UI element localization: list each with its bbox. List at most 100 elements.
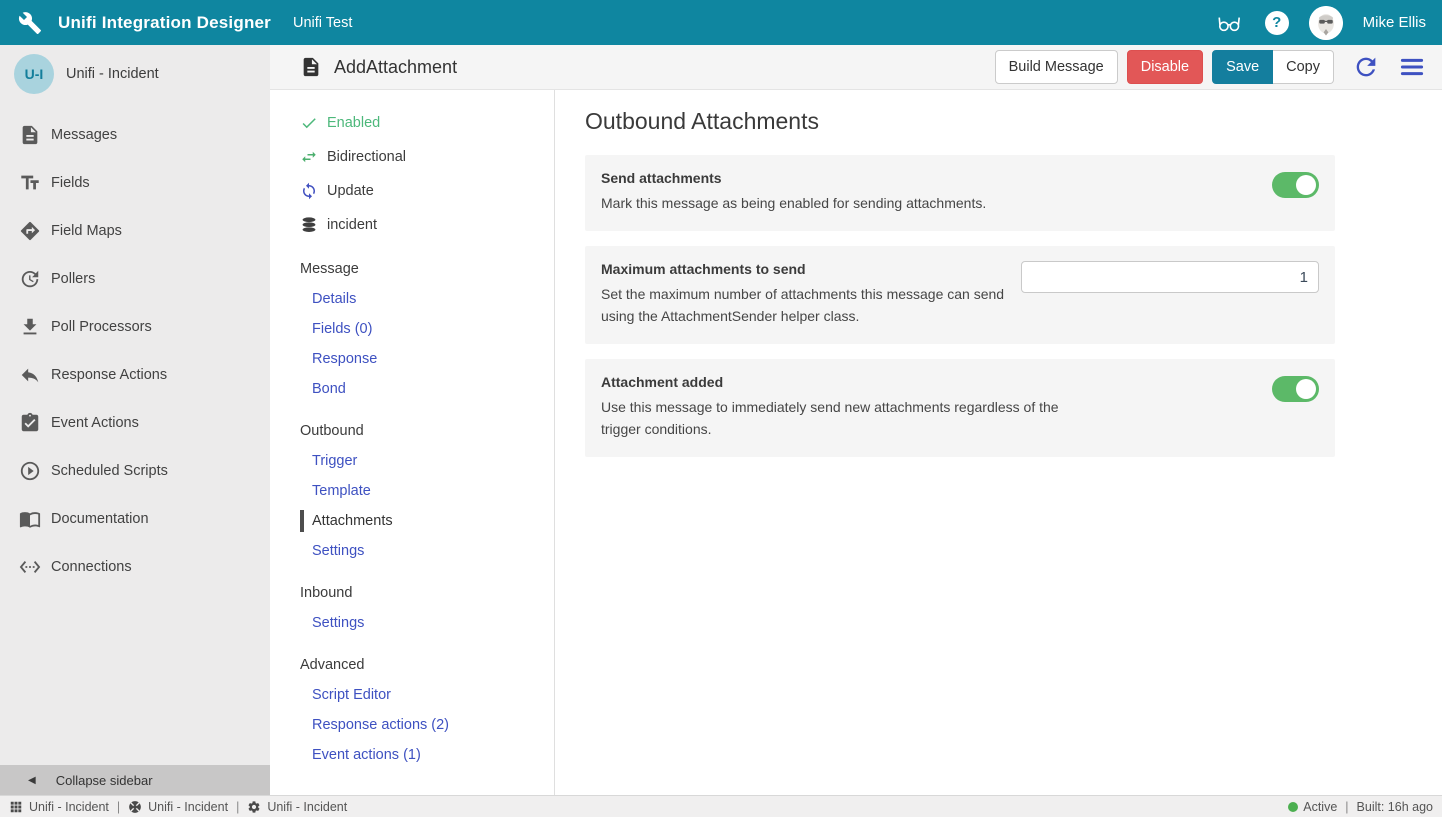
workspace-avatar: U-I — [14, 54, 54, 94]
message-nav-panel: Enabled Bidirectional Update incident — [270, 90, 555, 795]
message-title: AddAttachment — [334, 57, 457, 78]
statusbar-separator: | — [117, 800, 120, 814]
workspace-name: Unifi - Incident — [66, 66, 159, 82]
statusbar-item-integration[interactable]: Unifi - Incident — [128, 800, 228, 814]
disable-button[interactable]: Disable — [1127, 50, 1203, 84]
messages-icon — [19, 124, 41, 146]
send-attachments-toggle[interactable] — [1272, 172, 1319, 198]
nav-section-outbound: Outbound — [270, 416, 554, 446]
build-message-button[interactable]: Build Message — [995, 50, 1118, 84]
sidebar-item-response-actions[interactable]: Response Actions — [0, 351, 270, 399]
connections-icon — [19, 556, 41, 578]
document-icon — [300, 56, 322, 78]
sidebar-item-messages[interactable]: Messages — [0, 111, 270, 159]
check-icon — [300, 114, 318, 132]
sidebar-item-scheduled-scripts[interactable]: Scheduled Scripts — [0, 447, 270, 495]
nav-status-bidirectional[interactable]: Bidirectional — [270, 140, 554, 174]
nav-link-outbound-settings[interactable]: Settings — [270, 536, 554, 566]
copy-button[interactable]: Copy — [1273, 50, 1334, 84]
sidebar-item-event-actions[interactable]: Event Actions — [0, 399, 270, 447]
toggle-knob — [1296, 379, 1316, 399]
setting-card-max-attachments: Maximum attachments to send Set the maxi… — [585, 246, 1335, 344]
nav-status-label: Bidirectional — [327, 149, 406, 165]
gear-icon — [247, 800, 261, 814]
documentation-icon — [19, 508, 41, 530]
sidebar-item-poll-processors[interactable]: Poll Processors — [0, 303, 270, 351]
message-header: AddAttachment Build Message Disable Save… — [270, 45, 1442, 90]
nav-status-table[interactable]: incident — [270, 208, 554, 242]
nav-link-event-actions[interactable]: Event actions (1) — [270, 740, 554, 770]
sidebar-item-label: Documentation — [51, 511, 149, 527]
help-glyph: ? — [1272, 14, 1281, 31]
nav-link-bond[interactable]: Bond — [270, 374, 554, 404]
statusbar-separator: | — [1345, 800, 1348, 814]
collapse-arrow-icon: ◀ — [28, 775, 36, 786]
active-status-dot — [1288, 802, 1298, 812]
sidebar-item-pollers[interactable]: Pollers — [0, 255, 270, 303]
attachment-added-toggle[interactable] — [1272, 376, 1319, 402]
app-window: Unifi Integration Designer Unifi Test ? — [0, 0, 1442, 817]
nav-section-inbound: Inbound — [270, 578, 554, 608]
workspace-header[interactable]: U-I Unifi - Incident — [0, 45, 270, 103]
sidebar-item-label: Pollers — [51, 271, 95, 287]
event-actions-icon — [19, 412, 41, 434]
nav-section-advanced: Advanced — [270, 650, 554, 680]
statusbar-item-label: Unifi - Incident — [267, 800, 347, 814]
page-title: Outbound Attachments — [585, 108, 1442, 135]
help-icon[interactable]: ? — [1265, 11, 1289, 35]
sidebar-item-fields[interactable]: Fields — [0, 159, 270, 207]
user-avatar[interactable] — [1309, 6, 1343, 40]
sidebar-item-documentation[interactable]: Documentation — [0, 495, 270, 543]
statusbar-item-label: Unifi - Incident — [29, 800, 109, 814]
max-attachments-input[interactable] — [1021, 261, 1319, 293]
nav-link-trigger[interactable]: Trigger — [270, 446, 554, 476]
nav-link-fields[interactable]: Fields (0) — [270, 314, 554, 344]
sidebar-item-field-maps[interactable]: Field Maps — [0, 207, 270, 255]
statusbar-item-settings[interactable]: Unifi - Incident — [247, 800, 347, 814]
sidebar-item-label: Response Actions — [51, 367, 167, 383]
nav-status-enabled[interactable]: Enabled — [270, 106, 554, 140]
save-button[interactable]: Save — [1212, 50, 1273, 84]
environment-name: Unifi Test — [293, 15, 352, 31]
sidebar-item-label: Field Maps — [51, 223, 122, 239]
nav-link-attachments[interactable]: Attachments — [270, 506, 554, 536]
sync-icon — [300, 182, 318, 200]
wrench-icon — [18, 11, 42, 35]
nav-link-response[interactable]: Response — [270, 344, 554, 374]
glasses-icon[interactable] — [1213, 10, 1245, 36]
sidebar-item-label: Event Actions — [51, 415, 139, 431]
nav-link-template[interactable]: Template — [270, 476, 554, 506]
collapse-sidebar-button[interactable]: ◀ Collapse sidebar — [0, 765, 270, 795]
sidebar-item-label: Connections — [51, 559, 132, 575]
status-bar: Unifi - Incident | Unifi - Incident | Un… — [0, 795, 1442, 817]
nav-link-details[interactable]: Details — [270, 284, 554, 314]
setting-description: Mark this message as being enabled for s… — [601, 192, 986, 214]
save-copy-button-group: Save Copy — [1212, 50, 1334, 84]
sidebar-item-label: Poll Processors — [51, 319, 152, 335]
nav-section-message: Message — [270, 254, 554, 284]
nav-link-inbound-settings[interactable]: Settings — [270, 608, 554, 638]
sidebar-item-label: Messages — [51, 127, 117, 143]
nav-link-script-editor[interactable]: Script Editor — [270, 680, 554, 710]
setting-description: Use this message to immediately send new… — [601, 396, 1073, 440]
bidirectional-arrows-icon — [300, 148, 318, 166]
grid-icon — [9, 800, 23, 814]
nav-status-label: Enabled — [327, 115, 380, 131]
nav-link-response-actions[interactable]: Response actions (2) — [270, 710, 554, 740]
active-status-label: Active — [1303, 800, 1337, 814]
sidebar-item-connections[interactable]: Connections — [0, 543, 270, 591]
setting-label: Maximum attachments to send — [601, 261, 1021, 277]
setting-label: Attachment added — [601, 374, 1073, 390]
refresh-icon[interactable] — [1352, 53, 1380, 81]
app-title: Unifi Integration Designer — [58, 13, 271, 33]
statusbar-item-label: Unifi - Incident — [148, 800, 228, 814]
statusbar-item-apps[interactable]: Unifi - Incident — [9, 800, 109, 814]
sidebar-item-label: Fields — [51, 175, 90, 191]
poll-processors-icon — [19, 316, 41, 338]
nav-status-label: incident — [327, 217, 377, 233]
collapse-sidebar-label: Collapse sidebar — [56, 773, 153, 788]
toggle-knob — [1296, 175, 1316, 195]
field-maps-icon — [19, 220, 41, 242]
nav-status-update[interactable]: Update — [270, 174, 554, 208]
hamburger-menu-icon[interactable] — [1398, 53, 1426, 81]
